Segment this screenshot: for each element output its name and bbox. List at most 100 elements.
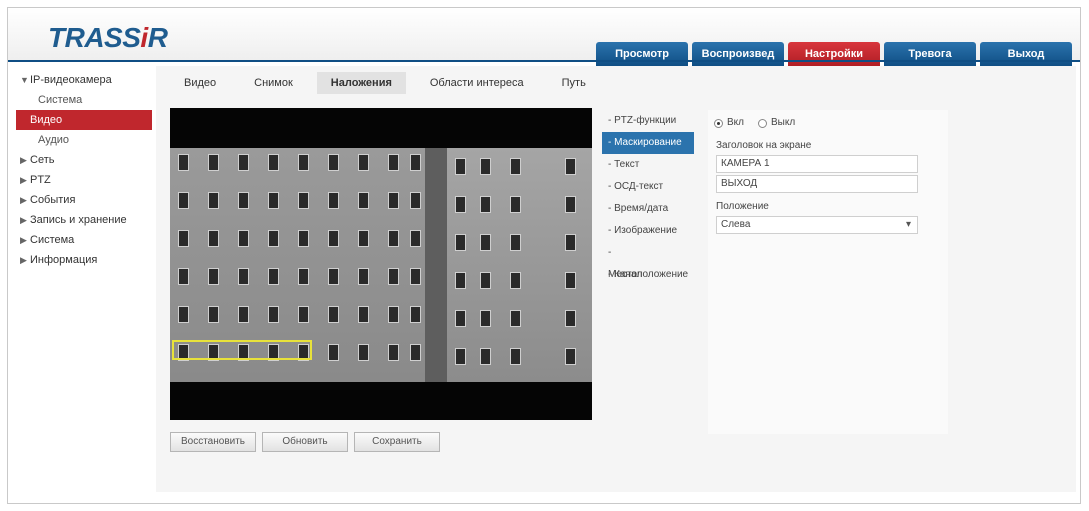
radio-on[interactable]: Вкл xyxy=(714,114,744,132)
video-preview[interactable] xyxy=(170,108,592,420)
building-window xyxy=(510,158,521,175)
sidebar-item-video[interactable]: Видео xyxy=(16,110,152,130)
building-window xyxy=(388,268,399,285)
building-gap xyxy=(425,148,447,382)
chevron-right-icon: ▶ xyxy=(20,235,27,245)
building-window xyxy=(358,230,369,247)
building-window xyxy=(565,272,576,289)
building-window xyxy=(358,306,369,323)
chevron-right-icon: ▶ xyxy=(20,175,27,185)
building-window xyxy=(208,306,219,323)
building-window xyxy=(480,158,491,175)
building-window xyxy=(238,230,249,247)
title-input[interactable]: КАМЕРА 1 xyxy=(716,155,918,173)
save-button[interactable]: Сохранить xyxy=(354,432,440,452)
building-window xyxy=(455,272,466,289)
building-window xyxy=(480,310,491,327)
camera-image xyxy=(170,148,592,382)
building-window xyxy=(238,154,249,171)
sidebar-item-recording[interactable]: ▶ Запись и хранение xyxy=(16,210,156,230)
building-window xyxy=(388,154,399,171)
tab-playback[interactable]: Воспроизвед xyxy=(692,42,784,66)
building-window xyxy=(480,234,491,251)
osd-item-masking[interactable]: - Маскирование xyxy=(602,132,694,154)
title-input-2[interactable]: ВЫХОД xyxy=(716,175,918,193)
sub-tabs: Видео Снимок Наложения Области интереса … xyxy=(170,72,610,94)
osd-item-text[interactable]: - Текст xyxy=(602,154,694,176)
refresh-button[interactable]: Обновить xyxy=(262,432,348,452)
building-window xyxy=(565,348,576,365)
building-window xyxy=(298,154,309,171)
header-divider xyxy=(8,60,1080,62)
subtab-overlays[interactable]: Наложения xyxy=(316,72,406,94)
radio-selected-icon xyxy=(714,118,723,128)
subtab-roi[interactable]: Области интереса xyxy=(416,72,538,94)
building-window xyxy=(358,268,369,285)
building-window xyxy=(565,196,576,213)
chevron-right-icon: ▶ xyxy=(20,195,27,205)
building-window xyxy=(510,272,521,289)
building-window xyxy=(565,234,576,251)
building-window xyxy=(358,154,369,171)
header: TRASSiR Просмотр Воспроизвед Настройки Т… xyxy=(8,8,1080,66)
building-window xyxy=(328,268,339,285)
subtab-video[interactable]: Видео xyxy=(170,72,230,94)
building-window xyxy=(510,196,521,213)
building-window xyxy=(208,268,219,285)
main-content: Видео Снимок Наложения Области интереса … xyxy=(156,66,1076,492)
building-window xyxy=(268,154,279,171)
sidebar-item-events[interactable]: ▶ События xyxy=(16,190,156,210)
building-window xyxy=(178,230,189,247)
trassir-logo: TRASSiR xyxy=(48,22,168,53)
building-window xyxy=(328,306,339,323)
tab-settings[interactable]: Настройки xyxy=(788,42,880,66)
osd-roi-box[interactable] xyxy=(172,340,312,360)
chevron-right-icon: ▶ xyxy=(20,215,27,225)
sidebar-item-audio[interactable]: Аудио xyxy=(16,130,156,150)
tab-alarm[interactable]: Тревога xyxy=(884,42,976,66)
building-window xyxy=(208,154,219,171)
building-window xyxy=(268,268,279,285)
building-window xyxy=(410,192,421,209)
building-window xyxy=(298,192,309,209)
osd-item-ptz[interactable]: - PTZ-функции xyxy=(602,110,694,132)
video-buttons: Восстановить Обновить Сохранить xyxy=(170,432,440,452)
position-select[interactable]: Слева ▾ xyxy=(716,216,918,234)
osd-item-image[interactable]: - Изображение xyxy=(602,220,694,242)
chevron-right-icon: ▶ xyxy=(20,255,27,265)
building-window xyxy=(358,344,369,361)
sidebar-item-network[interactable]: ▶ Сеть xyxy=(16,150,156,170)
building-window xyxy=(238,268,249,285)
building-window xyxy=(238,306,249,323)
building-window xyxy=(178,268,189,285)
sidebar-item-system[interactable]: ▶ Система xyxy=(16,230,156,250)
building-window xyxy=(328,344,339,361)
building-window xyxy=(388,344,399,361)
radio-off[interactable]: Выкл xyxy=(758,114,795,132)
building-window xyxy=(455,158,466,175)
osd-item-osd-text[interactable]: - ОСД-текст xyxy=(602,176,694,198)
tab-logout[interactable]: Выход xyxy=(980,42,1072,66)
building-window xyxy=(298,268,309,285)
sidebar-item-system-sub[interactable]: Система xyxy=(16,90,156,110)
sidebar-item-information[interactable]: ▶ Информация xyxy=(16,250,156,270)
building-window xyxy=(328,192,339,209)
sidebar-item-ptz[interactable]: ▶ PTZ xyxy=(16,170,156,190)
building-window xyxy=(410,268,421,285)
subtab-path[interactable]: Путь xyxy=(548,72,600,94)
building-window xyxy=(565,158,576,175)
building-window xyxy=(178,154,189,171)
restore-button[interactable]: Восстановить xyxy=(170,432,256,452)
osd-item-datetime[interactable]: - Время/дата xyxy=(602,198,694,220)
building-window xyxy=(238,192,249,209)
tab-live-view[interactable]: Просмотр xyxy=(596,42,688,66)
building-window xyxy=(410,230,421,247)
osd-menu: - PTZ-функции - Маскирование - Текст - О… xyxy=(602,110,694,286)
building-window xyxy=(455,234,466,251)
building-window xyxy=(510,348,521,365)
building-window xyxy=(178,306,189,323)
subtab-snapshot[interactable]: Снимок xyxy=(240,72,307,94)
building-window xyxy=(268,192,279,209)
sidebar-item-ip-camera[interactable]: ▼IP-видеокамера xyxy=(16,70,156,90)
osd-item-location[interactable]: - Местоположение xyxy=(602,242,694,280)
